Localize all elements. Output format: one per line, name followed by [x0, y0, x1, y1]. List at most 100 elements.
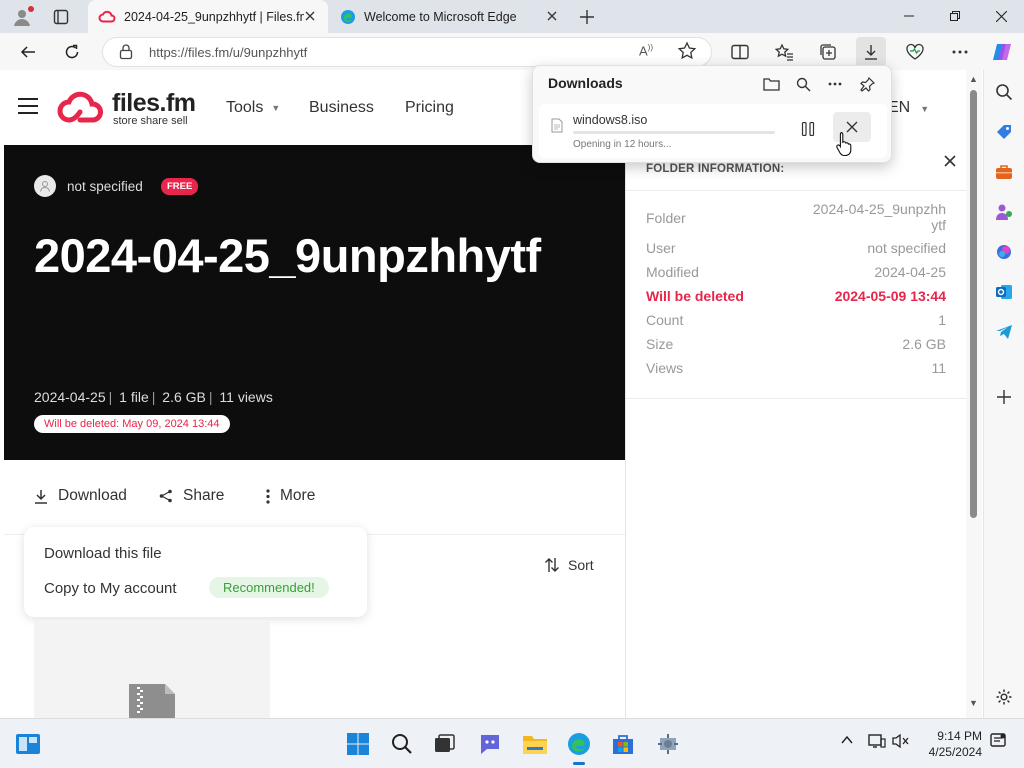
- scroll-down-arrow-icon[interactable]: ▼: [969, 698, 978, 708]
- menu-item-download-file[interactable]: Download this file: [44, 545, 162, 562]
- meta-size: 2.6 GB: [162, 389, 206, 405]
- download-button[interactable]: Download: [34, 487, 127, 505]
- tab-close-icon[interactable]: [544, 8, 560, 24]
- divider: [626, 398, 966, 399]
- info-key: User: [646, 240, 676, 256]
- close-icon: [995, 10, 1007, 22]
- tab-welcome-edge[interactable]: Welcome to Microsoft Edge: [330, 0, 570, 33]
- sort-button[interactable]: Sort: [544, 557, 594, 573]
- scrollbar-thumb[interactable]: [970, 90, 977, 518]
- copilot-button[interactable]: [987, 37, 1017, 67]
- refresh-button[interactable]: [57, 37, 87, 67]
- meta-date: 2024-04-25: [34, 389, 106, 405]
- refresh-icon: [65, 44, 79, 59]
- teams-chat-icon[interactable]: [476, 730, 504, 758]
- show-hidden-icons-chevron-icon[interactable]: [840, 733, 854, 752]
- download-item[interactable]: windows8.iso Opening in 12 hours...: [539, 104, 887, 158]
- search-downloads-button[interactable]: [791, 72, 815, 96]
- tab-filesfm[interactable]: 2024-04-25_9unpzhhytf | Files.fm: [88, 0, 328, 33]
- pin-icon: [859, 76, 875, 92]
- nav-business[interactable]: Business: [309, 99, 374, 117]
- info-key: Modified: [646, 264, 699, 280]
- browser-essentials-button[interactable]: [900, 37, 930, 67]
- folder-meta: 2024-04-25 | 1 file | 2.6 GB | 11 views: [34, 389, 273, 405]
- taskbar-clock[interactable]: 9:14 PM 4/25/2024: [918, 728, 982, 760]
- recommended-badge: Recommended!: [209, 577, 329, 598]
- more-button[interactable]: More: [266, 487, 315, 505]
- task-view-icon[interactable]: [431, 730, 459, 758]
- divider: [626, 190, 966, 191]
- tab-actions-icon: [53, 9, 69, 25]
- file-explorer-icon[interactable]: [521, 730, 549, 758]
- hamburger-menu-icon[interactable]: [18, 98, 38, 114]
- tab-title: Welcome to Microsoft Edge: [364, 9, 517, 24]
- read-aloud-icon[interactable]: A)): [639, 43, 653, 58]
- nav-pricing[interactable]: Pricing: [405, 99, 454, 117]
- menu-item-copy-to-account[interactable]: Copy to My account: [44, 580, 177, 597]
- profile-alert-dot: [28, 6, 34, 12]
- file-icon: [551, 118, 563, 133]
- scroll-up-arrow-icon[interactable]: ▲: [969, 74, 978, 84]
- pause-download-button[interactable]: [795, 116, 821, 142]
- meta-views: 11 views: [219, 389, 273, 405]
- address-bar[interactable]: https://files.fm/u/9unpzhhytf A)): [102, 37, 712, 67]
- settings-more-button[interactable]: [945, 37, 975, 67]
- sidebar-outlook-icon[interactable]: [992, 280, 1016, 304]
- sidebar-games-icon[interactable]: [992, 200, 1016, 224]
- close-window-button[interactable]: [978, 0, 1024, 32]
- download-filename[interactable]: windows8.iso: [573, 113, 647, 127]
- favorite-star-icon[interactable]: [677, 41, 697, 61]
- file-card[interactable]: [34, 620, 270, 718]
- info-value: 2024-04-25_9unpzhhytf: [812, 201, 946, 233]
- edge-sidebar: [983, 70, 1024, 718]
- sidebar-settings-gear-icon[interactable]: [992, 685, 1016, 709]
- close-panel-icon[interactable]: [940, 151, 960, 171]
- widgets-icon[interactable]: [14, 730, 42, 758]
- restore-button[interactable]: [932, 0, 978, 32]
- profile-button[interactable]: [6, 4, 38, 30]
- language-selector[interactable]: EN ▼: [888, 99, 929, 117]
- share-button[interactable]: Share: [159, 487, 224, 505]
- owner-name[interactable]: not specified: [67, 179, 143, 194]
- split-screen-button[interactable]: [725, 37, 755, 67]
- favorites-button[interactable]: [769, 37, 799, 67]
- network-icon[interactable]: [868, 733, 886, 754]
- taskbar-search-icon[interactable]: [388, 730, 416, 758]
- collections-icon: [820, 44, 836, 60]
- edge-taskbar-icon[interactable]: [565, 730, 593, 765]
- back-button[interactable]: [13, 37, 43, 67]
- open-downloads-folder-button[interactable]: [759, 72, 783, 96]
- windows-start-icon[interactable]: [344, 730, 372, 758]
- pinned-app-icon[interactable]: [654, 730, 682, 758]
- nav-tools[interactable]: Tools ▼: [226, 99, 280, 117]
- sidebar-shopping-tag-icon[interactable]: [992, 120, 1016, 144]
- filesfm-logo[interactable]: files.fm store share sell: [56, 88, 206, 128]
- page-scrollbar[interactable]: ▲ ▼: [966, 70, 982, 718]
- info-value: 11: [931, 360, 946, 376]
- sidebar-add-icon[interactable]: [992, 385, 1016, 409]
- new-tab-button[interactable]: [574, 4, 600, 30]
- sidebar-microsoft365-icon[interactable]: [992, 240, 1016, 264]
- filesfm-favicon-icon: [98, 10, 116, 22]
- mouse-pointer-icon: [836, 131, 852, 157]
- notification-icon[interactable]: [990, 733, 1006, 754]
- download-icon: [35, 489, 47, 504]
- url-text[interactable]: https://files.fm/u/9unpzhhytf: [149, 45, 307, 60]
- lock-icon[interactable]: [119, 44, 133, 60]
- tab-actions-button[interactable]: [46, 4, 76, 30]
- sidebar-search-icon[interactable]: [992, 80, 1016, 104]
- sidebar-telegram-send-icon[interactable]: [992, 320, 1016, 344]
- downloads-more-options-button[interactable]: [823, 72, 847, 96]
- minimize-button[interactable]: [886, 0, 932, 32]
- collections-button[interactable]: [813, 37, 843, 67]
- microsoft-store-icon[interactable]: [609, 730, 637, 758]
- volume-muted-icon[interactable]: [892, 733, 910, 754]
- sidebar-tools-briefcase-icon[interactable]: [992, 160, 1016, 184]
- windows-taskbar: 9:14 PM 4/25/2024: [0, 718, 1024, 768]
- downloads-button[interactable]: [856, 37, 886, 67]
- edge-favicon-icon: [341, 9, 355, 24]
- pin-downloads-button[interactable]: [855, 72, 879, 96]
- sort-arrows-icon: [545, 558, 559, 572]
- tab-close-icon[interactable]: [302, 8, 318, 24]
- info-key: Views: [646, 360, 684, 376]
